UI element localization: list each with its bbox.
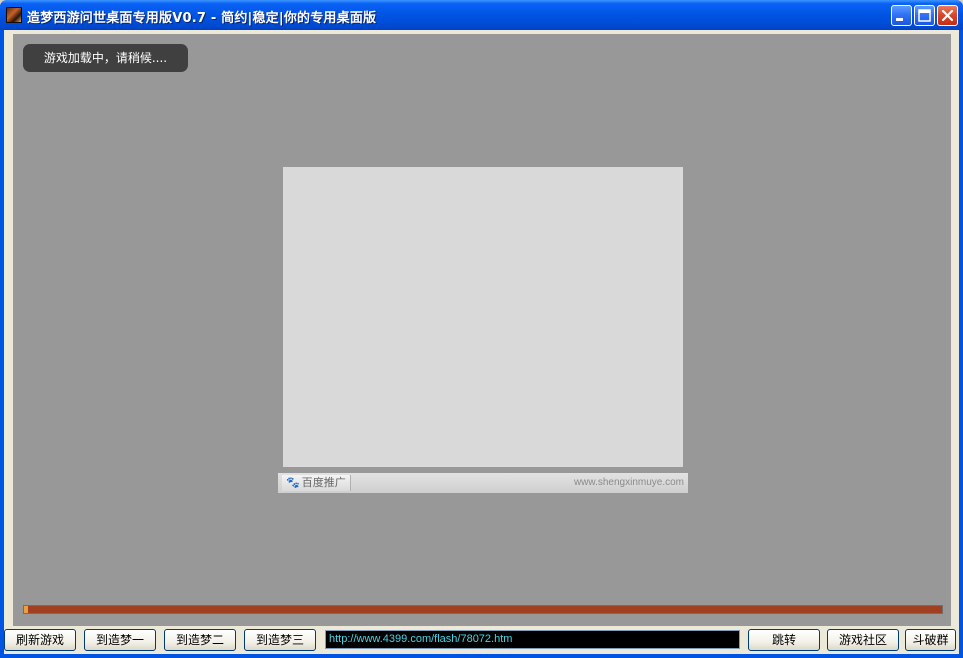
client-area: 游戏加载中，请稍候.... 🐾 百度推广 www.shengxinmuye.com… xyxy=(4,30,959,654)
game-app-icon[interactable] xyxy=(6,7,22,23)
goto-zaomeng2-button[interactable]: 到造梦二 xyxy=(164,629,236,651)
loading-progress-fill xyxy=(24,606,28,613)
game-community-button[interactable]: 游戏社区 xyxy=(827,629,899,651)
ad-logo-label: 百度推广 xyxy=(301,476,346,489)
window-frame-right xyxy=(959,30,963,658)
window-frame-bottom xyxy=(0,654,963,658)
ad-placeholder[interactable] xyxy=(283,167,683,467)
maximize-button[interactable] xyxy=(914,5,935,26)
ad-footer-bar[interactable]: 🐾 百度推广 www.shengxinmuye.com xyxy=(278,473,688,493)
baidu-paw-icon: 🐾 xyxy=(286,476,300,489)
minimize-icon xyxy=(896,18,903,21)
title-bar[interactable]: 造梦西游问世桌面专用版V0.7 - 简约|稳定|你的专用桌面版 xyxy=(0,0,963,30)
maximize-icon xyxy=(918,9,931,22)
goto-zaomeng1-button[interactable]: 到造梦一 xyxy=(84,629,156,651)
window-title: 造梦西游问世桌面专用版V0.7 - 简约|稳定|你的专用桌面版 xyxy=(27,11,377,26)
close-button[interactable] xyxy=(937,5,958,26)
game-viewport[interactable]: 游戏加载中，请稍候.... 🐾 百度推广 www.shengxinmuye.com xyxy=(13,34,951,626)
url-input[interactable]: http://www.4399.com/flash/78072.htm xyxy=(325,630,740,649)
minimize-button[interactable] xyxy=(891,5,912,26)
doupo-group-button[interactable]: 斗破群 xyxy=(905,629,956,651)
ad-url-text[interactable]: www.shengxinmuye.com xyxy=(574,475,684,491)
loading-message: 游戏加载中，请稍候.... xyxy=(23,44,188,72)
jump-button[interactable]: 跳转 xyxy=(748,629,820,651)
goto-zaomeng3-button[interactable]: 到造梦三 xyxy=(244,629,316,651)
loading-progress-bar xyxy=(23,605,943,614)
baidu-promo-logo[interactable]: 🐾 百度推广 xyxy=(282,475,351,491)
bottom-toolbar: 刷新游戏 到造梦一 到造梦二 到造梦三 http://www.4399.com/… xyxy=(4,628,959,654)
refresh-game-button[interactable]: 刷新游戏 xyxy=(4,629,76,651)
close-icon xyxy=(941,9,954,22)
app-window: 造梦西游问世桌面专用版V0.7 - 简约|稳定|你的专用桌面版 游戏加载中，请稍… xyxy=(0,0,963,658)
